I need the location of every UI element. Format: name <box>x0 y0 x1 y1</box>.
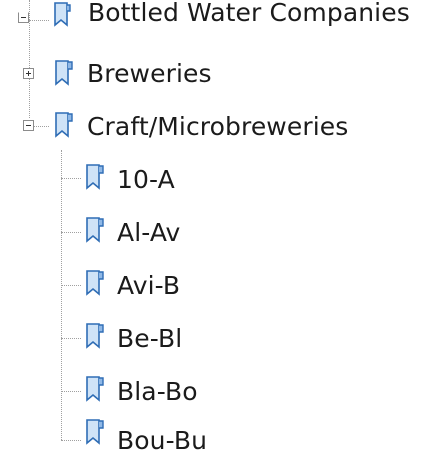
tree-item-bou-bu[interactable]: Bou-Bu <box>0 406 432 450</box>
tree-item-label: Be-Bl <box>117 324 183 353</box>
tree-item-label: Craft/Microbreweries <box>87 112 349 141</box>
bookmark-icon <box>86 376 104 402</box>
tree-item-al-av[interactable]: Al-Av <box>0 210 432 254</box>
tree-item-bottled-water-companies[interactable]: Bottled Water Companies <box>0 0 432 36</box>
tree-item-label: Avi-B <box>117 271 181 300</box>
tree-item-10-a[interactable]: 10-A <box>0 157 432 201</box>
bookmark-icon <box>86 323 104 349</box>
tree-item-avi-b[interactable]: Avi-B <box>0 263 432 307</box>
tree-item-craft-microbreweries[interactable]: Craft/Microbreweries <box>0 105 432 149</box>
tree-item-label: Bottled Water Companies <box>88 0 410 27</box>
bookmark-tree: Bottled Water Companies Breweries Craft/… <box>0 0 432 450</box>
collapse-toggle[interactable] <box>18 12 29 23</box>
tree-item-label: 10-A <box>117 165 175 194</box>
tree-item-breweries[interactable]: Breweries <box>0 52 432 96</box>
tree-item-label: Breweries <box>87 59 212 88</box>
tree-item-label: Bou-Bu <box>117 426 208 450</box>
tree-item-be-bl[interactable]: Be-Bl <box>0 316 432 360</box>
bookmark-folder-icon <box>54 2 71 27</box>
tree-item-label: Bla-Bo <box>117 377 198 406</box>
bookmark-folder-icon <box>55 112 73 138</box>
bookmark-icon <box>86 419 104 445</box>
bookmark-folder-icon <box>55 60 73 86</box>
collapse-toggle[interactable] <box>23 120 34 131</box>
tree-item-label: Al-Av <box>117 218 181 247</box>
bookmark-icon <box>86 164 104 190</box>
bookmark-icon <box>86 217 104 243</box>
bookmark-icon <box>86 270 104 296</box>
expand-toggle[interactable] <box>23 68 34 79</box>
